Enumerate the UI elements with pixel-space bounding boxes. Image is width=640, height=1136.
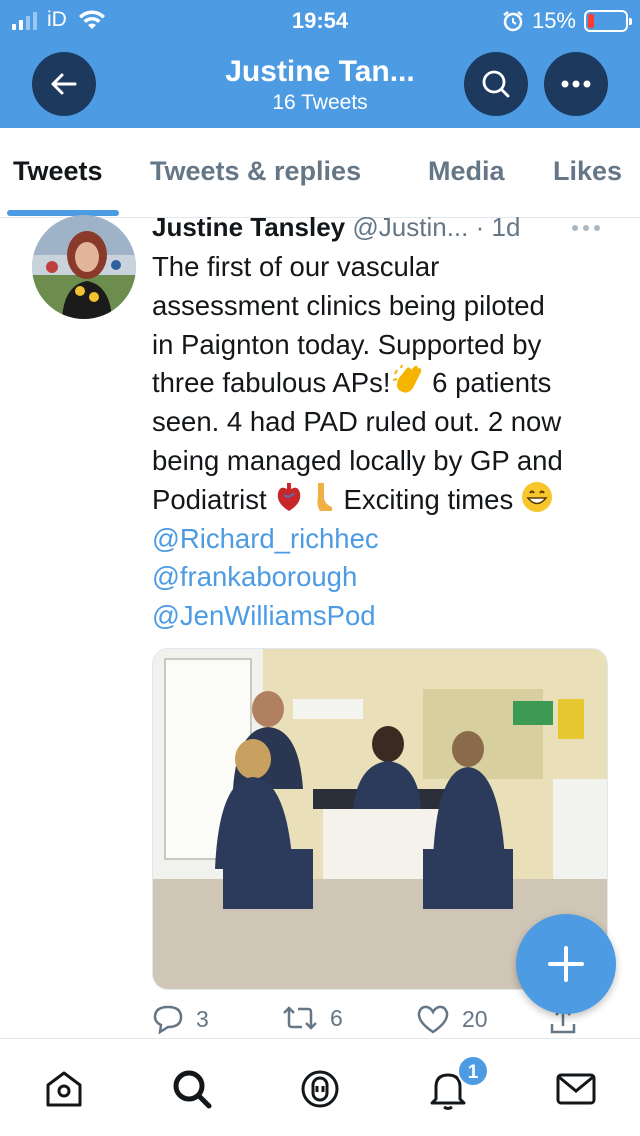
author-handle[interactable]: @Justin... [352, 212, 468, 242]
home-icon [46, 1071, 82, 1107]
mention-link[interactable]: @frankaborough [152, 558, 612, 597]
nav-messages[interactable] [552, 1065, 600, 1113]
tweet-line: The first of our vascular [152, 251, 440, 282]
plus-icon [548, 946, 584, 982]
nav-spaces[interactable] [296, 1065, 344, 1113]
tab-tweets-replies[interactable]: Tweets & replies [150, 156, 361, 187]
profile-header: iD 19:54 15% Justine Tan... 16 Tweets [0, 0, 640, 128]
anatomical-heart-icon [278, 482, 301, 511]
profile-name: Justine Tan... [225, 55, 415, 88]
profile-tabs: Tweets Tweets & replies Media Likes [0, 128, 640, 218]
bottom-navigation: 1 [0, 1038, 640, 1136]
compose-tweet-button[interactable] [516, 914, 616, 1014]
tweet-actions: 3 6 20 [152, 1004, 612, 1040]
battery-percent: 15% [531, 8, 576, 33]
back-button[interactable] [32, 52, 96, 116]
spaces-icon [301, 1070, 339, 1108]
tab-likes[interactable]: Likes [553, 156, 622, 187]
mention-link[interactable]: @Richard_richhec [152, 520, 612, 559]
retweet-count: 6 [330, 1004, 343, 1031]
more-options-button[interactable] [544, 52, 608, 116]
tweet-line: being managed locally by GP and [152, 444, 563, 476]
status-bar: iD 19:54 15% [0, 8, 640, 36]
notification-badge: 1 [457, 1055, 489, 1087]
reply-button[interactable]: 3 [152, 1004, 209, 1034]
tweet-options-button[interactable] [572, 218, 612, 238]
nav-search[interactable] [168, 1065, 216, 1113]
active-tab-indicator [7, 210, 119, 216]
like-button[interactable]: 20 [416, 1004, 488, 1034]
tweet-line: Podiatrist Exciting times [152, 481, 612, 520]
author-name[interactable]: Justine Tansley [152, 212, 345, 242]
reply-count: 3 [196, 1005, 209, 1032]
tweet-text: The first of our vascular assessment cli… [152, 248, 612, 636]
leg-icon [317, 482, 332, 511]
search-button[interactable] [464, 52, 528, 116]
heart-icon [417, 1005, 449, 1034]
retweet-button[interactable]: 6 [282, 1004, 343, 1032]
tweet-line: seen. 4 had PAD ruled out. 2 now [152, 406, 562, 438]
tweet-line: three fabulous APs! 6 patients [152, 364, 612, 403]
mention-link[interactable]: @JenWilliamsPod [152, 597, 612, 636]
tweet-count: 16 Tweets [272, 91, 368, 114]
tweet-line: in Paignton today. Supported by [152, 328, 542, 360]
arrow-left-icon [51, 73, 77, 95]
retweet-icon [283, 1006, 317, 1030]
profile-title: Justine Tan... 16 Tweets [150, 54, 490, 116]
search-icon [173, 1070, 212, 1109]
clapping-hands-icon [392, 365, 421, 393]
battery-icon [584, 10, 632, 32]
tab-tweets[interactable]: Tweets [13, 156, 103, 187]
tweet-time: · 1d [475, 212, 521, 242]
tweet-header: Justine Tansley @Justin... · 1d [152, 212, 520, 243]
nav-home[interactable] [40, 1065, 88, 1113]
reply-icon [153, 1005, 183, 1034]
tweet-line: assessment clinics being piloted [152, 289, 545, 321]
avatar[interactable] [32, 215, 136, 319]
grinning-face-icon [521, 481, 552, 512]
search-icon [482, 70, 510, 98]
alarm-icon [503, 11, 523, 32]
more-icon [561, 80, 591, 88]
like-count: 20 [462, 1005, 488, 1032]
mail-icon [556, 1073, 596, 1105]
tab-media[interactable]: Media [428, 156, 505, 187]
